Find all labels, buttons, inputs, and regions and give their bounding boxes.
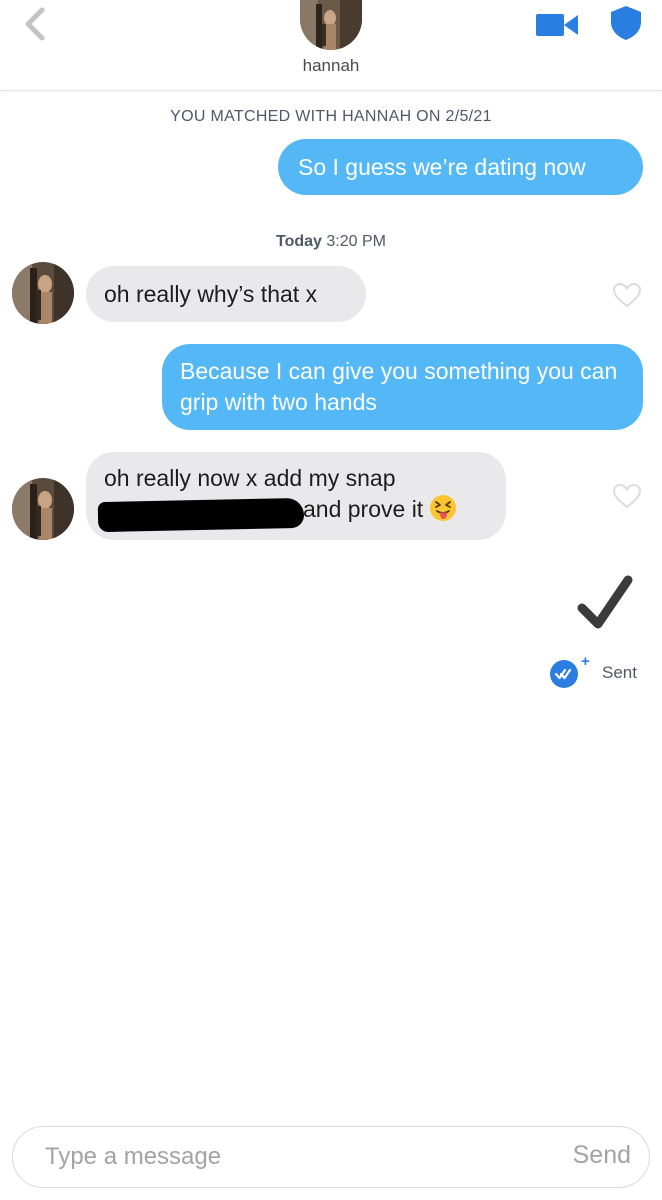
tongue-out-squint-emoji	[430, 495, 457, 521]
back-button[interactable]	[18, 6, 54, 42]
checkmark-icon	[577, 575, 633, 629]
contact-message-avatar[interactable]	[12, 478, 74, 540]
message-line-redacted: and prove it	[97, 494, 492, 533]
send-button[interactable]: Send	[573, 1141, 631, 1170]
timestamp-time: 3:20 PM	[326, 233, 386, 250]
like-heart-icon[interactable]	[612, 483, 642, 509]
incoming-message[interactable]: oh really now x add my snap and prove it	[86, 452, 506, 540]
message-line: oh really now x add my snap	[104, 465, 396, 491]
video-camera-icon	[536, 14, 578, 36]
outgoing-message[interactable]: Because I can give you something you can…	[162, 344, 643, 430]
timestamp-day: Today	[276, 233, 322, 250]
match-banner: YOU MATCHED WITH HANNAH ON 2/5/21	[170, 108, 492, 125]
chevron-left-icon	[25, 7, 45, 41]
incoming-message[interactable]: oh really why’s that x	[86, 266, 366, 322]
read-receipt-icon: +	[550, 653, 590, 688]
like-heart-icon[interactable]	[612, 282, 642, 308]
shield-icon	[611, 6, 641, 40]
message-text: and prove it	[303, 496, 424, 522]
redaction-scribble	[97, 497, 305, 533]
contact-name[interactable]: hannah	[0, 56, 662, 76]
sent-status: Sent	[602, 663, 637, 682]
outgoing-message[interactable]: So I guess we’re dating now	[278, 139, 643, 195]
chat-header: hannah	[0, 0, 662, 91]
message-composer: Send	[12, 1126, 650, 1188]
plus-label: +	[581, 654, 590, 670]
video-call-button[interactable]	[534, 8, 580, 38]
message-input[interactable]	[45, 1141, 525, 1173]
message-timestamp: Today 3:20 PM	[0, 233, 662, 251]
contact-avatar[interactable]	[300, 0, 362, 50]
safety-shield-button[interactable]	[608, 4, 644, 42]
contact-message-avatar[interactable]	[12, 262, 74, 324]
read-receipts-badge[interactable]: +	[548, 653, 594, 690]
